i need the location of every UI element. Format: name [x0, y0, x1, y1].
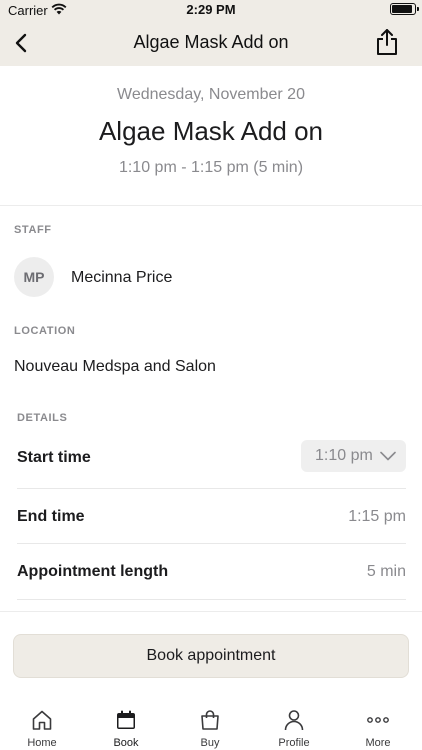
book-appointment-button[interactable]: Book appointment: [13, 634, 409, 678]
start-time-value: 1:10 pm: [315, 447, 373, 464]
battery-icon: [390, 3, 419, 15]
tab-bar: Home Book Buy Profile More: [0, 700, 422, 750]
start-time-label: Start time: [17, 449, 91, 466]
section-divider: [0, 205, 422, 206]
status-time: 2:29 PM: [186, 2, 236, 17]
shopping-bag-icon: [201, 710, 219, 730]
service-name: Algae Mask Add on: [98, 116, 324, 146]
tab-label: Book: [113, 737, 139, 749]
person-icon: [284, 710, 304, 731]
end-time-row: End time 1:15 pm: [17, 499, 406, 555]
tab-home[interactable]: Home: [0, 700, 84, 750]
appointment-summary: Wednesday, November 20 Algae Mask Add on…: [0, 86, 422, 177]
tab-label: More: [365, 737, 391, 749]
appointment-date: Wednesday, November 20: [117, 86, 305, 103]
navigation-bar: Algae Mask Add on: [0, 20, 422, 66]
time-range: 1:10 pm - 1:15 pm (5 min): [118, 159, 304, 176]
home-icon: [32, 710, 52, 730]
row-divider: [17, 543, 406, 544]
row-divider: [17, 599, 406, 600]
tab-label: Buy: [200, 737, 220, 749]
end-time-label: End time: [17, 508, 85, 525]
staff-name: Mecinna Price: [71, 269, 173, 286]
footer-divider: [0, 611, 422, 612]
tab-profile[interactable]: Profile: [252, 700, 336, 750]
location-section-label: LOCATION: [14, 325, 76, 337]
avatar: MP: [14, 257, 54, 297]
tab-buy[interactable]: Buy: [168, 700, 252, 750]
back-chevron-icon[interactable]: [10, 31, 34, 55]
start-time-select[interactable]: 1:10 pm: [301, 440, 406, 472]
share-icon[interactable]: [374, 28, 400, 56]
tab-book[interactable]: Book: [84, 700, 168, 750]
tab-more[interactable]: More: [336, 700, 420, 750]
page-title: Algae Mask Add on: [133, 32, 289, 52]
chevron-down-icon: [380, 451, 396, 461]
calendar-icon: [117, 710, 135, 729]
appointment-length-value: 5 min: [366, 563, 406, 580]
location-name: Nouveau Medspa and Salon: [14, 358, 216, 375]
tab-label: Profile: [278, 737, 310, 749]
details-section-label: DETAILS: [17, 412, 68, 424]
more-dots-icon: [367, 717, 389, 723]
appointment-length-label: Appointment length: [17, 563, 169, 580]
tab-label: Home: [27, 737, 57, 749]
end-time-value: 1:15 pm: [348, 508, 406, 525]
staff-section-label: STAFF: [14, 224, 52, 236]
appointment-length-row: Appointment length 5 min: [17, 554, 406, 610]
status-bar: Carrier 2:29 PM: [0, 0, 422, 20]
row-divider: [17, 488, 406, 489]
